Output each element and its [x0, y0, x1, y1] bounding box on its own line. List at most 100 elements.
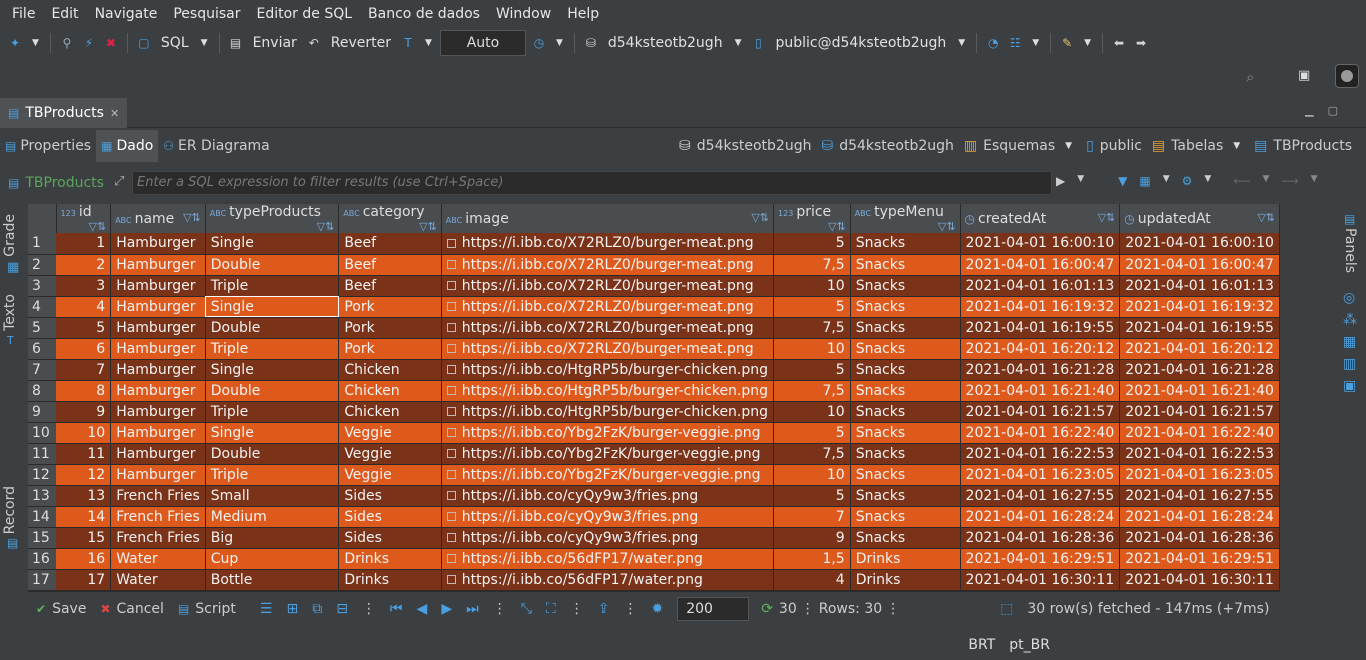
- cell-createdAt[interactable]: 2021-04-01 16:21:40: [960, 380, 1121, 402]
- cell-typeMenu[interactable]: Snacks: [850, 380, 961, 402]
- transaction-mode-icon[interactable]: T: [399, 34, 417, 52]
- cell-name[interactable]: Hamburger: [110, 422, 206, 444]
- cell-updatedAt[interactable]: 2021-04-01 16:20:12: [1119, 338, 1280, 360]
- cell-typeProducts[interactable]: Cup: [205, 548, 340, 570]
- cell-createdAt[interactable]: 2021-04-01 16:29:51: [960, 548, 1121, 570]
- cell-updatedAt[interactable]: 2021-04-01 16:21:40: [1119, 380, 1280, 402]
- forward-icon[interactable]: ➡: [1132, 34, 1150, 52]
- column-header-id[interactable]: 123 id ▽⇅: [56, 204, 112, 233]
- cell-typeProducts[interactable]: Double: [205, 317, 340, 339]
- delete-row-icon[interactable]: ⊟: [336, 601, 348, 617]
- auto-commit-mode[interactable]: Auto: [439, 30, 526, 56]
- column-header-category[interactable]: ABC category ▽⇅: [338, 204, 442, 233]
- menu-editor-sql[interactable]: Editor de SQL: [249, 6, 361, 22]
- avatar[interactable]: [1335, 64, 1359, 88]
- cell-typeMenu[interactable]: Snacks: [850, 401, 961, 423]
- cell-category[interactable]: Pork: [338, 338, 442, 360]
- table-row[interactable]: 9 9 Hamburger Triple Chicken https://i.ibb.co…: [28, 401, 1280, 423]
- calc-icon[interactable]: ▥: [1343, 356, 1356, 372]
- cell-updatedAt[interactable]: 2021-04-01 16:21:28: [1119, 359, 1280, 381]
- cell-createdAt[interactable]: 2021-04-01 16:28:36: [960, 527, 1121, 549]
- breadcrumb-table[interactable]: ▤ TBProducts: [1254, 138, 1352, 154]
- cell-id[interactable]: 10: [56, 422, 112, 444]
- last-page-icon[interactable]: ⏭: [466, 601, 479, 617]
- breadcrumb-esquemas[interactable]: ▥ Esquemas ▼: [964, 138, 1076, 154]
- cell-updatedAt[interactable]: 2021-04-01 16:28:24: [1119, 506, 1280, 528]
- cell-typeMenu[interactable]: Snacks: [850, 338, 961, 360]
- references-icon[interactable]: ▣: [1343, 378, 1356, 394]
- menu-banco-dados[interactable]: Banco de dados: [360, 6, 488, 22]
- cell-typeMenu[interactable]: Snacks: [850, 443, 961, 465]
- link-icon[interactable]: ⤡: [521, 601, 532, 617]
- edit-row-icon[interactable]: ☰: [260, 601, 273, 617]
- cell-name[interactable]: Hamburger: [110, 233, 206, 255]
- first-page-icon[interactable]: ⏮: [390, 601, 403, 617]
- nav-forward-icon[interactable]: ⟶: [1281, 174, 1298, 188]
- perspective-icon[interactable]: ▣: [1298, 68, 1310, 83]
- sql-editor-icon[interactable]: ▢: [135, 34, 153, 52]
- cell-createdAt[interactable]: 2021-04-01 16:27:55: [960, 485, 1121, 507]
- cell-typeProducts[interactable]: Big: [205, 527, 340, 549]
- table-row[interactable]: 14 14 French Fries Medium Sides https://i.ibb…: [28, 506, 1280, 528]
- cell-updatedAt[interactable]: 2021-04-01 16:22:40: [1119, 422, 1280, 444]
- filter-sort-icon[interactable]: ▽⇅: [317, 220, 335, 233]
- grouping-icon[interactable]: ▦: [1343, 334, 1356, 350]
- enviar-button[interactable]: Enviar: [249, 35, 301, 51]
- cell-price[interactable]: 7: [773, 506, 851, 528]
- cell-image[interactable]: https://i.ibb.co/56dFP17/water.png: [441, 548, 775, 570]
- table-row[interactable]: 1 1 Hamburger Single Beef https://i.ibb.co/X7…: [28, 233, 1280, 255]
- row-number[interactable]: 14: [28, 506, 57, 528]
- cell-createdAt[interactable]: 2021-04-01 16:01:13: [960, 275, 1121, 297]
- cell-createdAt[interactable]: 2021-04-01 16:00:47: [960, 254, 1121, 276]
- tab-properties[interactable]: ▤ Properties: [0, 130, 96, 162]
- cell-name[interactable]: French Fries: [110, 506, 206, 528]
- breadcrumb-connection[interactable]: ⛁ d54ksteotb2ugh: [679, 138, 811, 154]
- sql-button[interactable]: SQL: [157, 35, 193, 51]
- cell-typeProducts[interactable]: Medium: [205, 506, 340, 528]
- cell-id[interactable]: 13: [56, 485, 112, 507]
- cell-price[interactable]: 9: [773, 527, 851, 549]
- cell-category[interactable]: Chicken: [338, 380, 442, 402]
- breadcrumb-database[interactable]: ⛁ d54ksteotb2ugh: [821, 138, 953, 154]
- table-row[interactable]: 8 8 Hamburger Double Chicken https://i.ibb.co…: [28, 380, 1280, 402]
- cell-typeProducts[interactable]: Double: [205, 443, 340, 465]
- cell-typeProducts[interactable]: Triple: [205, 401, 340, 423]
- cell-price[interactable]: 5: [773, 422, 851, 444]
- cell-typeProducts[interactable]: Triple: [205, 275, 340, 297]
- cell-image[interactable]: https://i.ibb.co/Ybg2FzK/burger-veggie.p…: [441, 422, 775, 444]
- cell-image[interactable]: https://i.ibb.co/cyQy9w3/fries.png: [441, 485, 775, 507]
- cell-image[interactable]: https://i.ibb.co/cyQy9w3/fries.png: [441, 506, 775, 528]
- search-icon[interactable]: ⌕: [1246, 68, 1254, 86]
- column-header-updatedAt[interactable]: ◷ updatedAt ▽⇅: [1119, 204, 1280, 233]
- cell-name[interactable]: Hamburger: [110, 254, 206, 276]
- column-header-createdAt[interactable]: ◷ createdAt ▽⇅: [960, 204, 1121, 233]
- cell-price[interactable]: 10: [773, 401, 851, 423]
- chevron-down-icon[interactable]: ▼: [556, 38, 563, 48]
- chevron-down-icon[interactable]: ▼: [32, 38, 39, 48]
- cell-typeMenu[interactable]: Snacks: [850, 527, 961, 549]
- cell-id[interactable]: 9: [56, 401, 112, 423]
- cell-createdAt[interactable]: 2021-04-01 16:19:55: [960, 317, 1121, 339]
- cell-id[interactable]: 1: [56, 233, 112, 255]
- row-number[interactable]: 13: [28, 485, 57, 507]
- row-number[interactable]: 10: [28, 422, 57, 444]
- row-number[interactable]: 16: [28, 548, 57, 570]
- cell-typeProducts[interactable]: Triple: [205, 338, 340, 360]
- row-number[interactable]: 5: [28, 317, 57, 339]
- table-row[interactable]: 7 7 Hamburger Single Chicken https://i.ibb.co…: [28, 359, 1280, 381]
- cell-typeMenu[interactable]: Snacks: [850, 254, 961, 276]
- cell-id[interactable]: 14: [56, 506, 112, 528]
- tab-er-diagrama[interactable]: ⚇ ER Diagrama: [158, 130, 274, 162]
- rollback-icon[interactable]: ↶: [305, 34, 323, 52]
- cell-typeMenu[interactable]: Snacks: [850, 485, 961, 507]
- table-row[interactable]: 17 17 Water Bottle Drinks https://i.ibb.co/56…: [28, 569, 1280, 591]
- cell-price[interactable]: 5: [773, 233, 851, 255]
- cell-price[interactable]: 10: [773, 338, 851, 360]
- fetch-size-input[interactable]: 200: [677, 597, 750, 621]
- minimize-maximize-icons[interactable]: ▁▢: [1305, 104, 1352, 117]
- cell-typeMenu[interactable]: Snacks: [850, 359, 961, 381]
- menu-pesquisar[interactable]: Pesquisar: [165, 6, 248, 22]
- cell-updatedAt[interactable]: 2021-04-01 16:22:53: [1119, 443, 1280, 465]
- more-icon[interactable]: ⋮: [801, 601, 815, 617]
- dashboard-icon[interactable]: ◔: [984, 34, 1002, 52]
